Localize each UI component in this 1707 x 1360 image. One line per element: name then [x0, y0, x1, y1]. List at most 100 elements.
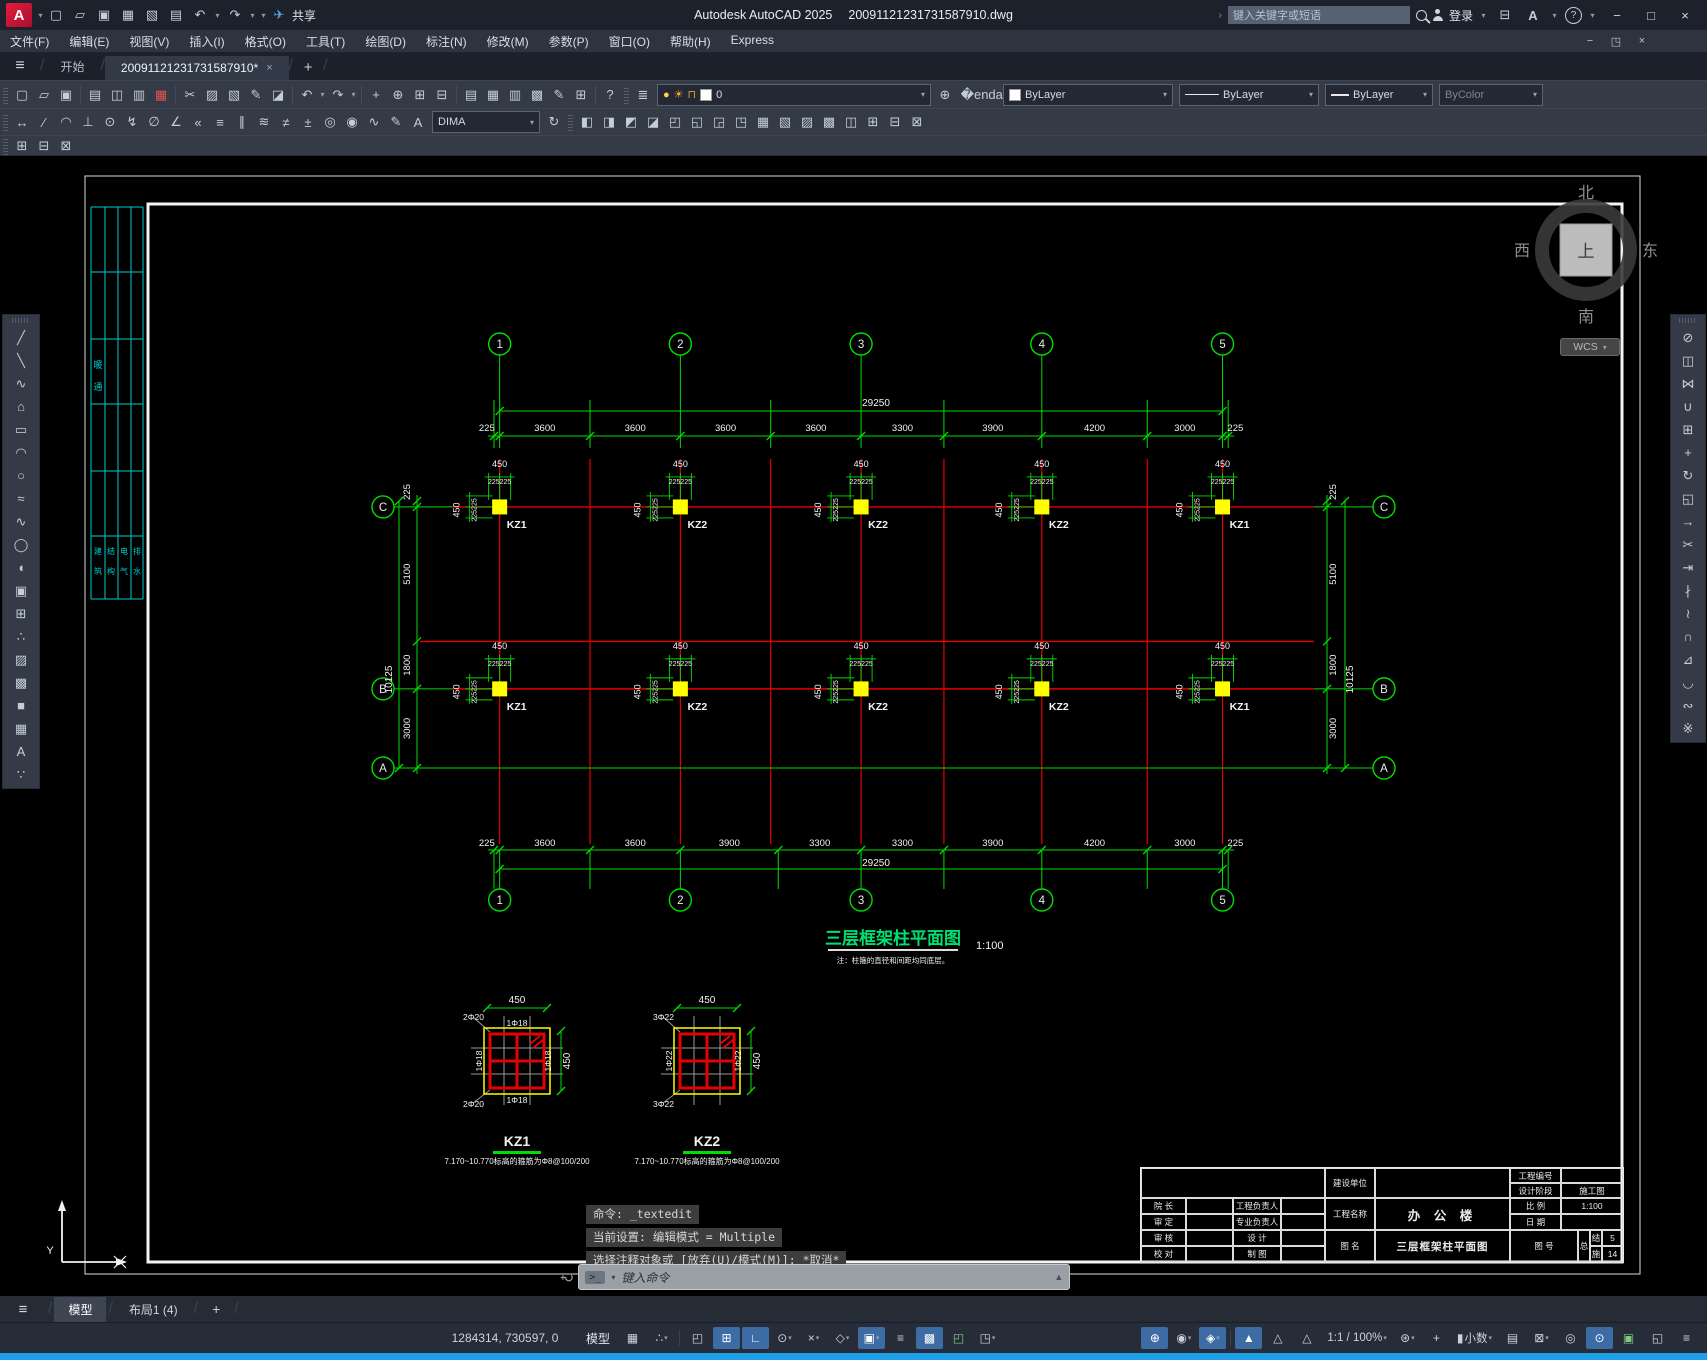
- help-icon[interactable]: ?: [599, 84, 621, 106]
- layer-properties-icon[interactable]: ≣: [632, 84, 654, 106]
- app-store-cart-icon[interactable]: ⊟: [1494, 4, 1516, 26]
- menu-修改M[interactable]: 修改(M): [477, 33, 539, 50]
- login-caret-icon[interactable]: ▾: [1479, 4, 1488, 26]
- view-cube[interactable]: 北 南 西 东 上: [1506, 170, 1668, 343]
- help-icon[interactable]: ?: [1565, 6, 1582, 24]
- snap-mode-toggle[interactable]: ∴ ▾: [648, 1327, 675, 1349]
- annotation-scale-toggle[interactable]: △: [1293, 1327, 1320, 1349]
- group-icon[interactable]: ⊞: [11, 135, 33, 157]
- fillet-icon[interactable]: ◡: [1677, 671, 1699, 694]
- copy-faces-icon[interactable]: ▨: [796, 111, 818, 133]
- blend-curves-icon[interactable]: ∾: [1677, 694, 1699, 717]
- layer-dropdown[interactable]: ● ☀ ⊓ 0 ▾: [657, 83, 931, 106]
- zoom-realtime-icon[interactable]: ⊕: [387, 84, 409, 106]
- menu-Express[interactable]: Express: [721, 33, 784, 47]
- command-prompt-icon[interactable]: >_: [585, 1270, 606, 1284]
- trim-icon[interactable]: ✂: [1677, 533, 1699, 556]
- menu-编辑E[interactable]: 编辑(E): [59, 33, 119, 50]
- properties-palette-icon[interactable]: ▤: [460, 84, 482, 106]
- wcs-selector[interactable]: WCS ▾: [1560, 338, 1620, 356]
- clean-screen-toggle[interactable]: ◱: [1644, 1327, 1671, 1349]
- isolate-objects-toggle[interactable]: ◎: [1557, 1327, 1584, 1349]
- menu-工具T[interactable]: 工具(T): [296, 33, 355, 50]
- linear-dimension-icon[interactable]: ↔: [11, 111, 33, 133]
- save-icon[interactable]: ▣: [55, 84, 77, 106]
- menu-参数P[interactable]: 参数(P): [539, 33, 599, 50]
- ortho-mode-toggle[interactable]: ∟: [742, 1327, 770, 1349]
- qat-undo-icon[interactable]: ↶: [189, 4, 211, 26]
- tab-close-icon[interactable]: ×: [266, 62, 272, 74]
- imprint-icon[interactable]: ◫: [840, 111, 862, 133]
- offset-icon[interactable]: ∪: [1677, 395, 1699, 418]
- qat-open-icon[interactable]: ▱: [69, 4, 91, 26]
- menu-格式O[interactable]: 格式(O): [235, 33, 296, 50]
- zoom-window-icon[interactable]: ⊞: [409, 84, 431, 106]
- undo-list-icon[interactable]: ▾: [318, 84, 327, 106]
- clean-icon[interactable]: ⊞: [862, 111, 884, 133]
- chevron-down-icon[interactable]: ▾: [611, 1273, 615, 1282]
- block-editor-icon[interactable]: ◪: [267, 84, 289, 106]
- copy-icon[interactable]: ◫: [1677, 349, 1699, 372]
- dimension-text-edit-icon[interactable]: A: [407, 111, 429, 133]
- center-mark-icon[interactable]: ◎: [319, 111, 341, 133]
- publish-icon[interactable]: ▥: [128, 84, 150, 106]
- pan-icon[interactable]: +: [365, 84, 387, 106]
- search-icon[interactable]: [1415, 9, 1427, 21]
- store-caret-icon[interactable]: ▾: [1550, 4, 1559, 26]
- autocad-app-icon[interactable]: A: [6, 3, 32, 27]
- toolbar-grip[interactable]: [1679, 318, 1697, 323]
- extrude-faces-icon[interactable]: ◪: [642, 111, 664, 133]
- drawing-canvas[interactable]: 暖通建筑结构电气排水 1 1 2 2 3 3 4 4 5 5 C C B B A A 29250 225 3600 36…: [0, 156, 1707, 1296]
- mirror-icon[interactable]: ⋈: [1677, 372, 1699, 395]
- revision-cloud-icon[interactable]: ≈: [10, 487, 32, 510]
- ellipse-icon[interactable]: ◯: [10, 533, 32, 556]
- toolbar-grip[interactable]: [3, 85, 8, 104]
- autodesk-a-icon[interactable]: A: [1522, 4, 1544, 26]
- customize-wrench-icon[interactable]: ⚳: [559, 1272, 576, 1282]
- menu-文件F[interactable]: 文件(F): [0, 33, 59, 50]
- quick-properties-toggle[interactable]: ▤: [1499, 1327, 1526, 1349]
- annotation-scale-button[interactable]: 1:1 / 100% ▾: [1322, 1327, 1392, 1349]
- construction-line-icon[interactable]: ╲: [10, 349, 32, 372]
- arc-icon[interactable]: ◠: [10, 441, 32, 464]
- menu-绘图D[interactable]: 绘图(D): [355, 33, 416, 50]
- layer-color-swatch[interactable]: [700, 88, 713, 101]
- model-space-button[interactable]: 模型: [578, 1327, 618, 1349]
- taper-faces-icon[interactable]: ▦: [752, 111, 774, 133]
- minimize-button[interactable]: −: [1603, 4, 1631, 26]
- share-icon[interactable]: ✈: [268, 4, 290, 26]
- zoom-previous-icon[interactable]: ⊟: [431, 84, 453, 106]
- jogged-linear-icon[interactable]: ∿: [363, 111, 385, 133]
- polar-tracking-toggle[interactable]: ⊙ ▾: [771, 1327, 798, 1349]
- annotation-settings-gear-toggle[interactable]: ⊛ ▾: [1394, 1327, 1421, 1349]
- dimension-space-icon[interactable]: ≋: [253, 111, 275, 133]
- search-input[interactable]: 键入关键字或短语: [1227, 6, 1410, 24]
- donut-icon[interactable]: ∵: [10, 763, 32, 786]
- offset-faces-icon[interactable]: ◱: [686, 111, 708, 133]
- layer-on-icon[interactable]: ●: [663, 89, 670, 101]
- qat-save-icon[interactable]: ▣: [93, 4, 115, 26]
- toolbar-grip[interactable]: [624, 85, 629, 104]
- qat-redo-caret-icon[interactable]: ▾: [248, 4, 257, 26]
- array-icon[interactable]: ⊞: [1677, 418, 1699, 441]
- viewcube-south-label[interactable]: 南: [1578, 308, 1594, 326]
- app-menu-caret-icon[interactable]: ▾: [36, 4, 45, 26]
- trusted-dwg-toggle[interactable]: ▣: [1615, 1327, 1642, 1349]
- doc-minimize-button[interactable]: −: [1577, 31, 1603, 51]
- scale-icon[interactable]: ◱: [1677, 487, 1699, 510]
- annotation-visibility-toggle[interactable]: ◉ ▾: [1170, 1327, 1197, 1349]
- tab-document[interactable]: 20091121231731587910* ×: [104, 56, 289, 80]
- maximize-button[interactable]: □: [1637, 4, 1665, 26]
- move-faces-icon[interactable]: ◰: [664, 111, 686, 133]
- qat-redo-icon[interactable]: ↷: [224, 4, 246, 26]
- polygon-icon[interactable]: ⌂: [10, 395, 32, 418]
- qat-save-as-icon[interactable]: ▦: [117, 4, 139, 26]
- toolbar-grip[interactable]: [568, 113, 573, 131]
- chamfer-icon[interactable]: ⊿: [1677, 648, 1699, 671]
- make-block-icon[interactable]: ⊞: [10, 602, 32, 625]
- isodraft-toggle[interactable]: ◈ ▾: [1199, 1327, 1227, 1349]
- dimension-break-icon[interactable]: ≠: [275, 111, 297, 133]
- quick-dimension-icon[interactable]: «: [187, 111, 209, 133]
- share-label[interactable]: 共享: [292, 7, 316, 24]
- tolerance-icon[interactable]: ±: [297, 111, 319, 133]
